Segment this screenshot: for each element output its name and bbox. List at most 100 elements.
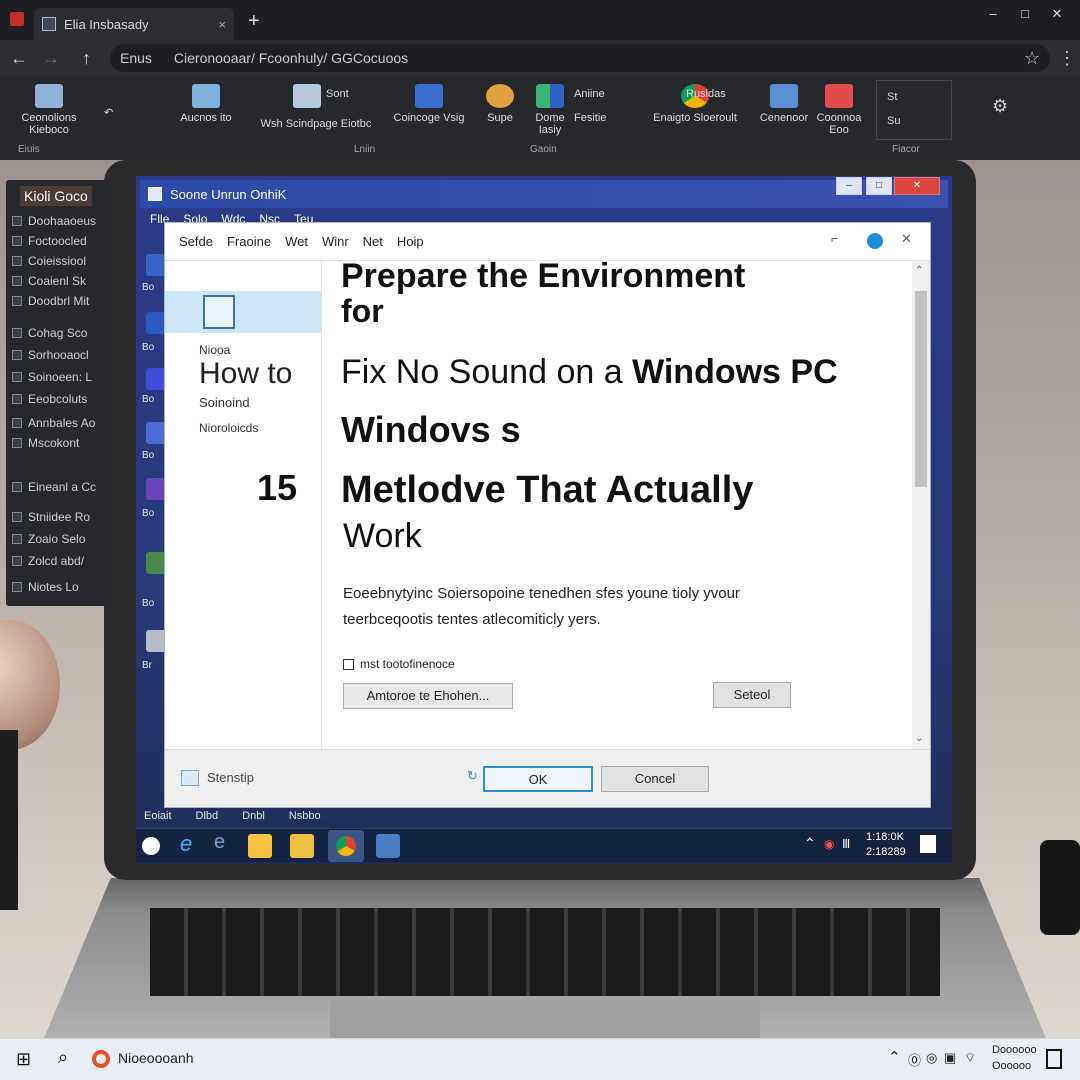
ribbon-item-coonnoa[interactable]: Coonnoa Eoo xyxy=(814,84,864,136)
ribbon-item-st[interactable]: St Su xyxy=(876,80,952,140)
desktop-icon-label: Br xyxy=(142,660,152,671)
windows-start-icon[interactable]: ⊞ xyxy=(16,1049,31,1070)
dialog-menu-item[interactable]: Fraoine xyxy=(227,234,271,249)
close-icon[interactable]: ✕ xyxy=(901,231,912,247)
panel-item[interactable]: Soinoeen: L xyxy=(12,370,92,384)
ok-button[interactable]: OK xyxy=(483,766,593,792)
more-menu-icon[interactable]: ⋮ xyxy=(1058,48,1076,69)
tray-chevron-icon[interactable]: ⌃ xyxy=(888,1048,901,1066)
close-window-button[interactable]: ✕ xyxy=(1042,4,1072,24)
start-icon[interactable] xyxy=(142,837,160,855)
minimize-icon[interactable]: ⌐ xyxy=(831,231,839,246)
advanced-button[interactable]: Amtoroe te Ehohen... xyxy=(343,683,513,709)
panel-item[interactable]: Coieissiool xyxy=(12,254,86,268)
notification-icon[interactable] xyxy=(920,835,936,853)
close-tab-icon[interactable]: × xyxy=(218,17,226,32)
panel-item[interactable]: Eeobcoluts xyxy=(12,392,87,406)
tray-icon[interactable]: ⓪ xyxy=(908,1050,921,1069)
ie-icon[interactable]: e xyxy=(214,831,238,855)
heading-line4b: Work xyxy=(343,517,422,555)
dialog-menu-item[interactable]: Wet xyxy=(285,234,308,249)
ribbon-item-scindpage[interactable]: Wsh Scindpage Eiotbc xyxy=(246,118,386,130)
scroll-up-icon[interactable]: ⌃ xyxy=(915,265,923,276)
inner-minimize-button[interactable]: – xyxy=(836,177,862,195)
panel-item[interactable]: Sorhooaocl xyxy=(12,348,89,362)
rusidas-dropdown[interactable]: Rusidas xyxy=(686,88,726,100)
bottom-tab[interactable]: Eoiait xyxy=(144,810,172,826)
ribbon-item-aucnos[interactable]: Aucnos ito xyxy=(176,84,236,124)
panel-item[interactable]: Foctoocled xyxy=(12,234,87,248)
panel-item[interactable]: Mscokont xyxy=(12,436,79,450)
minimize-button[interactable]: – xyxy=(978,4,1008,24)
panel-item[interactable]: Niotes Lo xyxy=(12,580,79,594)
back-icon[interactable]: ← xyxy=(10,48,28,69)
laptop-keyboard xyxy=(150,908,940,996)
browser-tab[interactable]: Elia Insbasady × xyxy=(34,8,234,40)
panel-item[interactable]: Cohag Sco xyxy=(12,326,87,340)
checkbox-box[interactable] xyxy=(343,658,354,670)
panel-item[interactable]: Stniidee Ro xyxy=(12,510,90,524)
option-checkbox[interactable]: mst tootofinenoce xyxy=(343,657,455,671)
cortana-icon[interactable] xyxy=(92,1050,110,1068)
bottom-tab[interactable]: Nsbbo xyxy=(289,810,321,826)
panel-item[interactable]: Zolcd abd/ xyxy=(12,554,84,568)
url-text: Cieronooaar/ Fcoonhuly/ GGCocuoos xyxy=(173,50,409,66)
explorer-panel: Kioli Goco Doohaaoeus Foctoocled Coieissio… xyxy=(6,180,110,606)
maximize-button[interactable]: □ xyxy=(1010,4,1040,24)
network-icon[interactable]: Ⅲ xyxy=(842,837,850,851)
app-icon[interactable] xyxy=(376,834,400,858)
scrollbar-thumb[interactable] xyxy=(915,291,927,487)
address-bar[interactable]: Enus Cieronooaar/ Fcoonhuly/ GGCocuoos xyxy=(110,44,1050,72)
bottom-tab[interactable]: Dlbd xyxy=(196,810,219,826)
bottom-tab[interactable]: Dnbl xyxy=(242,810,265,826)
up-icon[interactable]: ↑ xyxy=(82,48,91,69)
edge-icon[interactable]: e xyxy=(180,831,204,856)
settings-image-icon xyxy=(181,770,199,786)
panel-item[interactable]: Annbales Ao xyxy=(12,416,95,430)
item-icon xyxy=(12,418,22,428)
panel-item[interactable]: Coaienl Sk xyxy=(12,274,86,288)
inner-close-button[interactable]: ✕ xyxy=(894,177,940,195)
new-tab-button[interactable]: + xyxy=(248,10,260,33)
bookmark-star-icon[interactable]: ☆ xyxy=(1024,48,1040,69)
sidebar-how-to: How to xyxy=(199,357,293,390)
inner-maximize-button[interactable]: □ xyxy=(866,177,892,195)
dialog-menu-item[interactable]: Sefde xyxy=(179,234,213,249)
ribbon-item-coincoge[interactable]: Coincoge Vsig xyxy=(384,84,474,124)
sidebar-selected-item[interactable] xyxy=(165,291,322,333)
redo-icon[interactable]: ↶ xyxy=(104,106,113,119)
tab-title: Elia Insbasady xyxy=(64,16,149,32)
notification-center-icon[interactable] xyxy=(1046,1049,1062,1069)
help-circle-icon[interactable] xyxy=(867,233,883,249)
sort-icon[interactable] xyxy=(292,84,322,112)
panel-item[interactable]: Doodbrl Mit xyxy=(12,294,89,308)
panel-item[interactable]: Doohaaoeus xyxy=(12,214,96,228)
volume-mute-icon[interactable]: ◉ xyxy=(824,837,834,851)
dialog-menu-item[interactable]: Net xyxy=(363,234,383,249)
vertical-scrollbar[interactable]: ⌃ ⌄ xyxy=(912,261,930,749)
cancel-button[interactable]: Concel xyxy=(601,766,709,792)
forward-icon[interactable]: → xyxy=(42,48,60,69)
search-icon[interactable]: ⌕ xyxy=(58,1047,68,1068)
tray-chevron-icon[interactable]: ⌃ xyxy=(804,835,816,852)
ribbon-item-aniine[interactable]: Aniine Fesitie xyxy=(574,88,634,124)
ribbon-item-supe[interactable]: Supe xyxy=(480,84,520,124)
ribbon-item-cenenoor[interactable]: Cenenoor xyxy=(756,84,812,124)
ribbon-item-dome[interactable]: Dome Iasiy xyxy=(530,84,570,136)
search-text[interactable]: Nioeoooanh xyxy=(118,1050,194,1066)
settings-icon[interactable]: ⚙ xyxy=(992,96,1008,117)
tray-icon[interactable]: ◎ xyxy=(926,1050,937,1066)
dialog-menu-item[interactable]: Hoip xyxy=(397,234,424,249)
sort-dropdown[interactable]: Sont xyxy=(326,88,349,100)
chrome-icon[interactable] xyxy=(336,836,356,856)
folder-icon[interactable] xyxy=(248,834,272,858)
ribbon-item-ceonolions[interactable]: Ceonolions Kieboco xyxy=(4,84,94,136)
folder-icon[interactable] xyxy=(290,834,314,858)
panel-item[interactable]: Zoaio Selo xyxy=(12,532,85,546)
panel-item[interactable]: Eineanl a Cc xyxy=(12,480,96,494)
wifi-icon[interactable]: ⌔ xyxy=(964,1050,976,1066)
select-button[interactable]: Seteol xyxy=(713,682,791,708)
scroll-down-icon[interactable]: ⌄ xyxy=(915,733,923,744)
dialog-menu-item[interactable]: Winr xyxy=(322,234,349,249)
tray-icon[interactable]: ▣ xyxy=(944,1050,956,1066)
